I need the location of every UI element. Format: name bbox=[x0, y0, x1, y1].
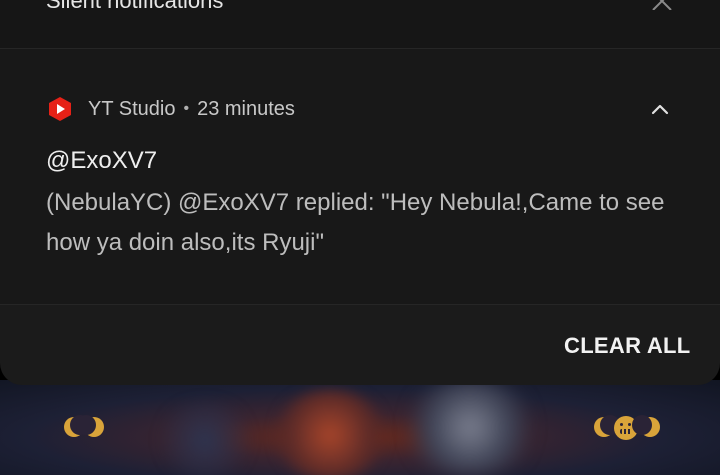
crescent-moon-icon bbox=[594, 415, 620, 439]
android-screen: Silent notifications YT Studio • 23 minu… bbox=[0, 0, 720, 475]
notification-time: 23 minutes bbox=[197, 97, 295, 120]
silent-notifications-title: Silent notifications bbox=[46, 0, 224, 13]
notification-card[interactable]: YT Studio • 23 minutes @ExoXV7 (NebulaYC… bbox=[0, 49, 720, 305]
crescent-moon-icon bbox=[76, 415, 104, 439]
notification-app-row: YT Studio • 23 minutes bbox=[48, 96, 295, 122]
clear-all-button[interactable]: CLEAR ALL bbox=[560, 330, 695, 362]
youtube-studio-icon bbox=[48, 96, 72, 122]
chevron-up-icon[interactable] bbox=[648, 99, 672, 119]
decorative-moons-right bbox=[594, 414, 660, 442]
notification-body: (NebulaYC) @ExoXV7 replied: "Hey Nebula!… bbox=[46, 189, 665, 256]
app-name: YT Studio bbox=[88, 97, 176, 120]
notification-title: @ExoXV7 bbox=[46, 147, 158, 174]
notification-shade: Silent notifications YT Studio • 23 minu… bbox=[0, 0, 720, 385]
close-icon[interactable] bbox=[650, 0, 674, 10]
silent-notifications-header: Silent notifications bbox=[0, 0, 720, 49]
separator-dot: • bbox=[183, 100, 190, 117]
decorative-moons-left bbox=[64, 414, 104, 442]
crescent-moon-icon bbox=[632, 415, 660, 439]
